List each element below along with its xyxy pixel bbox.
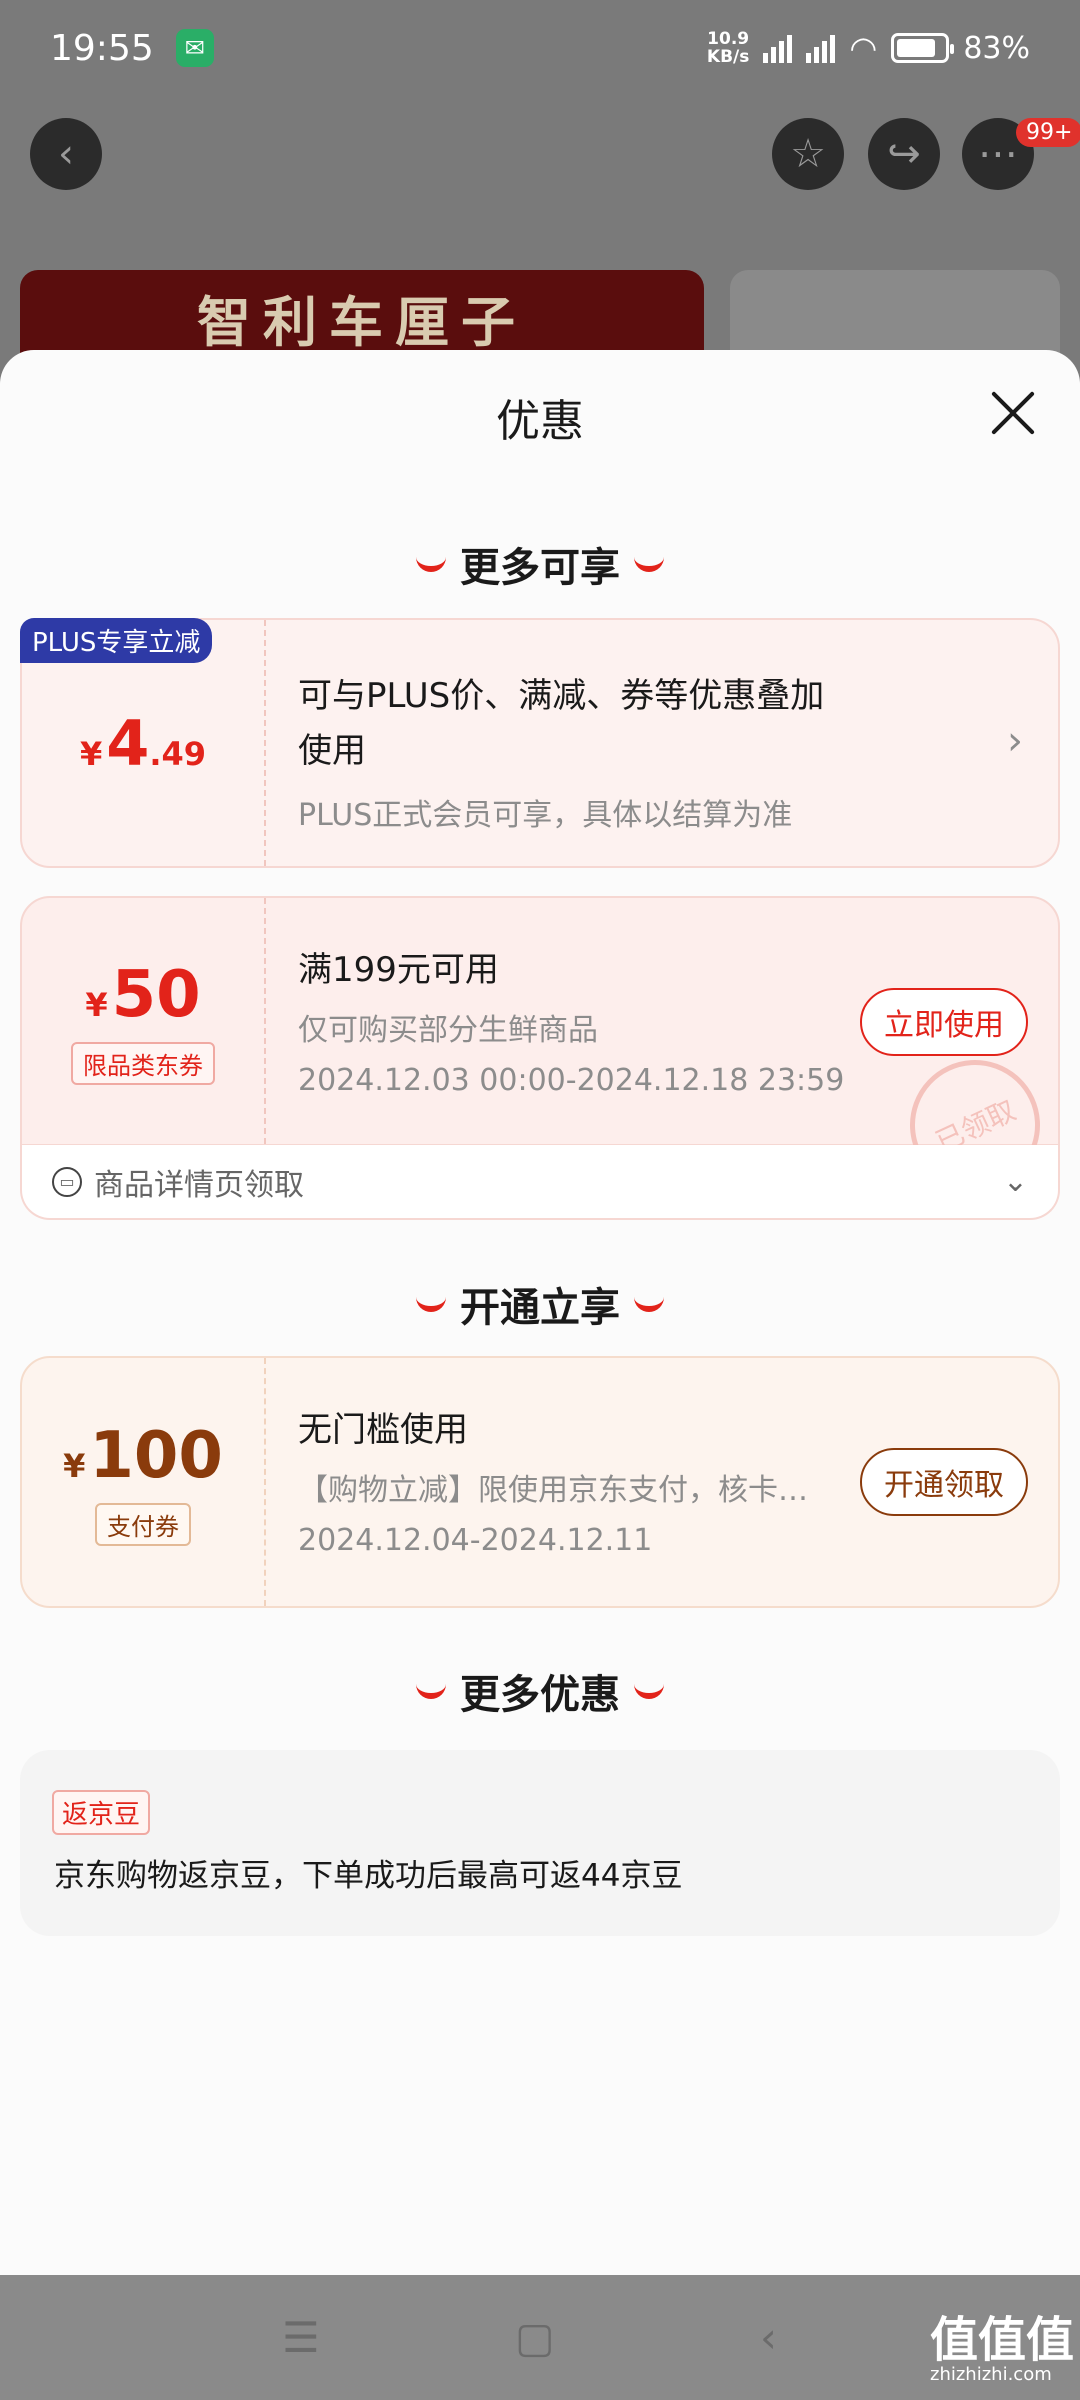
ticket-icon: ▭ (52, 1166, 82, 1197)
section-open-enjoy: 开通立享 (0, 1275, 1080, 1333)
open-claim-button[interactable]: 开通领取 (860, 1448, 1028, 1516)
system-nav-bar: ☰ ▢ ‹ (0, 2275, 1080, 2400)
net-speed: 10.9 KB/s (707, 30, 749, 66)
smile-icon (416, 557, 446, 572)
pay-body: 无门槛使用 【购物立减】限使用京东支付，核卡… 2024.12.04-2024.… (298, 1402, 838, 1558)
section-more-offers: 更多优惠 (0, 1662, 1080, 1720)
pay-desc: 【购物立减】限使用京东支付，核卡… (298, 1473, 808, 1508)
chevron-right-icon: › (1007, 718, 1023, 764)
pay-price-block: ¥ 100 支付券 (22, 1358, 266, 1606)
back-button[interactable]: ‹ (30, 118, 102, 190)
coupon-amount: 50 (111, 957, 201, 1032)
wifi-icon: ◠ (849, 29, 878, 67)
star-icon: ☆ (790, 131, 826, 177)
coupon-footer[interactable]: ▭ 商品详情页领取 ⌄ (20, 1145, 1060, 1220)
coupon-card: ¥ 50 限品类东券 满199元可用 仅可购买部分生鲜商品 2024.12.03… (20, 896, 1060, 1146)
section-title: 更多优惠 (460, 1672, 620, 1718)
more-icon: ⋯ (978, 131, 1018, 177)
price-int: 4 (106, 706, 150, 780)
pay-validity: 2024.12.04-2024.12.11 (298, 1523, 653, 1558)
wechat-icon: ✉ (175, 29, 214, 67)
pay-price: ¥ 100 (63, 1419, 223, 1493)
pay-amount: 100 (89, 1418, 223, 1493)
menu-icon[interactable]: ☰ (282, 2313, 320, 2362)
smile-icon (416, 1684, 446, 1699)
currency: ¥ (79, 734, 103, 773)
coupon-foot-text: 商品详情页领取 (94, 1167, 304, 1203)
jd-beans-card: 返京豆 京东购物返京豆，下单成功后最高可返44京豆 (20, 1750, 1060, 1936)
jd-beans-text: 京东购物返京豆，下单成功后最高可返44京豆 (54, 1858, 683, 1894)
section-enjoy-more: 更多可享 (0, 535, 1080, 593)
home-icon[interactable]: ▢ (515, 2313, 555, 2362)
net-speed-unit: KB/s (706, 47, 750, 67)
plus-body: 可与PLUS价、满减、券等优惠叠加 使用 PLUS正式会员可享，具体以结算为准 (298, 668, 824, 834)
status-right: 10.9 KB/s ◠ 83% (707, 29, 1030, 67)
smile-icon (634, 1684, 664, 1699)
pay-coupon-card: ¥ 100 支付券 无门槛使用 【购物立减】限使用京东支付，核卡… 2024.1… (20, 1356, 1060, 1608)
net-speed-value: 10.9 (707, 29, 750, 49)
watermark-logo: 值值值 (930, 2312, 1075, 2368)
back-icon: ‹ (58, 131, 74, 177)
message-badge: 99+ (1016, 118, 1080, 147)
smile-icon (634, 557, 664, 572)
status-time: 19:55 (50, 27, 154, 69)
coupon-body: 满199元可用 仅可购买部分生鲜商品 2024.12.03 00:00-2024… (298, 942, 844, 1098)
coupon-type: 限品类东券 (71, 1041, 215, 1085)
share-button[interactable]: ↪ (868, 118, 940, 190)
close-icon[interactable] (988, 388, 1038, 438)
coupon-title: 满199元可用 (298, 950, 499, 990)
coupon-scope: 仅可购买部分生鲜商品 (298, 1013, 598, 1048)
watermark-url: zhizhizhi.com (930, 2364, 1052, 2385)
coupon-price: ¥ 50 (85, 958, 200, 1032)
price-dec: .49 (149, 734, 207, 773)
share-icon: ↪ (887, 131, 921, 177)
status-bar: 19:55 ✉ 10.9 KB/s ◠ 83% (0, 0, 1080, 96)
signal-icon-2 (806, 33, 836, 63)
coupon-validity: 2024.12.03 00:00-2024.12.18 23:59 (298, 1063, 845, 1098)
favorite-button[interactable]: ☆ (772, 118, 844, 190)
signal-icon (763, 33, 793, 63)
section-title: 更多可享 (460, 545, 620, 591)
currency: ¥ (85, 985, 108, 1024)
plus-tag: PLUS专享立减 (20, 618, 213, 663)
smile-icon (634, 1297, 664, 1312)
plus-line1: 可与PLUS价、满减、券等优惠叠加 (298, 676, 825, 716)
currency: ¥ (63, 1446, 86, 1485)
plus-line2: 使用 (298, 731, 366, 771)
back-nav-icon[interactable]: ‹ (760, 2313, 777, 2362)
coupon-price-block: ¥ 50 限品类东券 (22, 898, 266, 1144)
battery-level: 83% (963, 30, 1030, 66)
use-now-button[interactable]: 立即使用 (860, 988, 1028, 1056)
smile-icon (416, 1297, 446, 1312)
pay-type: 支付券 (95, 1502, 191, 1546)
plus-line3: PLUS正式会员可享，具体以结算为准 (298, 798, 793, 833)
jd-beans-tag: 返京豆 (52, 1790, 151, 1835)
plus-price: ¥ 4 .49 (80, 707, 206, 780)
pay-title: 无门槛使用 (298, 1410, 468, 1450)
chevron-down-icon: ⌄ (1002, 1164, 1028, 1199)
sheet-title: 优惠 (496, 396, 584, 447)
section-title: 开通立享 (460, 1285, 620, 1331)
battery-icon (891, 33, 955, 63)
